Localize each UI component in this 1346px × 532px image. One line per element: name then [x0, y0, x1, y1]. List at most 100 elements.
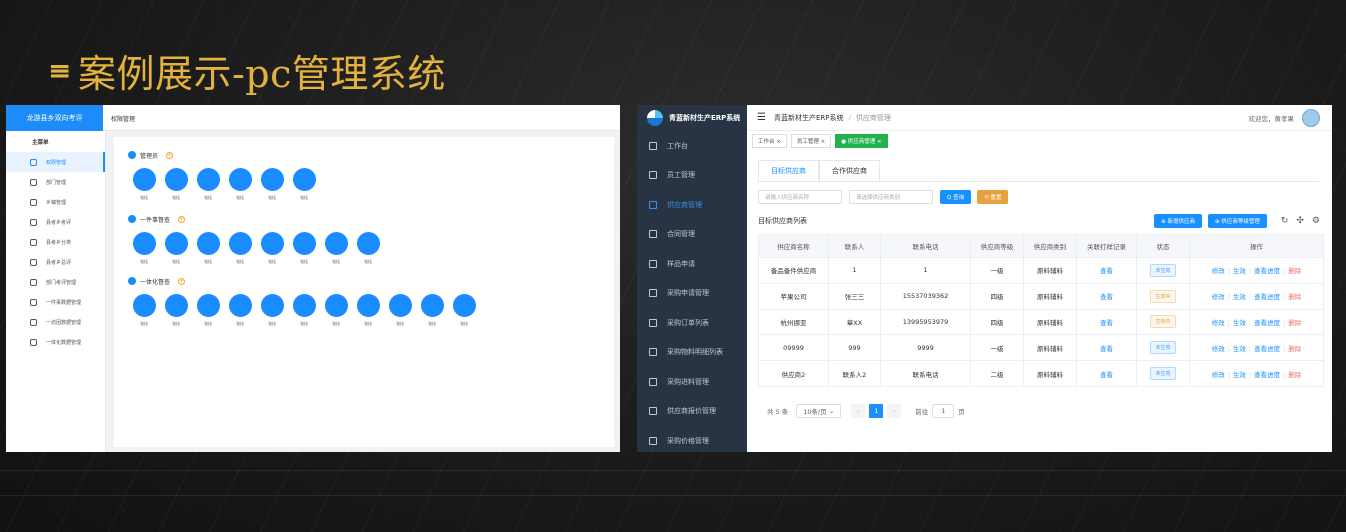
member-item[interactable]: 张佳	[160, 294, 192, 327]
add-member-icon[interactable]: +	[178, 277, 186, 285]
refresh-icon[interactable]: ↻	[1281, 216, 1289, 226]
member-item[interactable]: 张佳	[256, 232, 288, 265]
left-menu-item[interactable]: 乡镇管理	[6, 192, 105, 212]
left-menu-item[interactable]: 一件事数据管理	[6, 292, 105, 312]
edit-link[interactable]: 修改	[1212, 293, 1225, 301]
enable-link[interactable]: 生效	[1233, 371, 1246, 379]
left-menu-item[interactable]: 县考乡分类	[6, 232, 105, 252]
member-avatar	[228, 168, 252, 191]
member-item[interactable]: 张佳	[288, 168, 320, 201]
enable-link[interactable]: 生效	[1233, 319, 1246, 327]
right-menu-item[interactable]: 采购申请管理	[637, 279, 747, 309]
member-item[interactable]: 张佳	[224, 168, 256, 201]
member-item[interactable]: 张佳	[192, 232, 224, 265]
tag-supplier[interactable]: ● 供应商管理 ×	[835, 134, 888, 148]
delete-link[interactable]: 删除	[1288, 319, 1301, 327]
left-menu-item[interactable]: 一坊团数据管理	[6, 312, 105, 332]
member-item[interactable]: 张佳	[192, 168, 224, 201]
right-menu-item[interactable]: 采购价格管理	[637, 426, 747, 452]
delete-link[interactable]: 删除	[1288, 345, 1301, 353]
member-item[interactable]: 张佳	[384, 294, 416, 327]
enable-link[interactable]: 生效	[1233, 267, 1246, 275]
supplier-type-select[interactable]: 请选择供应商类别	[849, 190, 933, 204]
reset-button[interactable]: ⟲ 重置	[977, 190, 1009, 204]
delete-link[interactable]: 删除	[1288, 293, 1301, 301]
right-menu-item[interactable]: 员工管理	[637, 161, 747, 191]
left-menu-item[interactable]: 县考乡总评	[6, 252, 105, 272]
progress-link[interactable]: 查看进度	[1254, 319, 1280, 327]
tab-partner-supplier[interactable]: 合作供应商	[819, 160, 880, 181]
delete-link[interactable]: 删除	[1288, 267, 1301, 275]
member-item[interactable]: 张佳	[128, 168, 160, 201]
member-item[interactable]: 张佳	[416, 294, 448, 327]
enable-link[interactable]: 生效	[1233, 293, 1246, 301]
left-menu-item[interactable]: 县考乡考评	[6, 212, 105, 232]
goto-input[interactable]: 1	[932, 404, 955, 418]
left-menu-item[interactable]: 部门管理	[6, 172, 105, 192]
add-member-icon[interactable]: +	[166, 151, 174, 159]
page-size-select[interactable]: 10条/页 ⌄	[796, 404, 842, 418]
edit-link[interactable]: 修改	[1212, 319, 1225, 327]
member-item[interactable]: 张佳	[320, 294, 352, 327]
left-menu-item[interactable]: 部门考评管理	[6, 272, 105, 292]
page-number[interactable]: 1	[869, 404, 884, 418]
member-item[interactable]: 张佳	[192, 294, 224, 327]
edit-link[interactable]: 修改	[1212, 267, 1225, 275]
view-record-link[interactable]: 查看	[1076, 257, 1137, 284]
progress-link[interactable]: 查看进度	[1254, 267, 1280, 275]
member-item[interactable]: 张佳	[320, 232, 352, 265]
right-menu-item[interactable]: 采购订单列表	[637, 308, 747, 338]
member-item[interactable]: 张佳	[288, 232, 320, 265]
query-button[interactable]: Q 查询	[940, 190, 972, 204]
member-item[interactable]: 张佳	[224, 232, 256, 265]
avatar[interactable]	[1302, 109, 1320, 127]
member-item[interactable]: 张佳	[256, 294, 288, 327]
member-item[interactable]: 张佳	[128, 232, 160, 265]
member-item[interactable]: 张佳	[288, 294, 320, 327]
view-record-link[interactable]: 查看	[1076, 334, 1137, 362]
edit-link[interactable]: 修改	[1212, 345, 1225, 353]
member-item[interactable]: 张佳	[128, 294, 160, 327]
right-menu-item[interactable]: 样品申请	[637, 249, 747, 279]
progress-link[interactable]: 查看进度	[1254, 371, 1280, 379]
view-record-link[interactable]: 查看	[1076, 282, 1137, 310]
view-record-link[interactable]: 查看	[1076, 308, 1137, 336]
view-record-link[interactable]: 查看	[1076, 360, 1137, 387]
progress-link[interactable]: 查看进度	[1254, 345, 1280, 353]
left-menu-item[interactable]: 一体化数据管理	[6, 332, 105, 352]
enable-link[interactable]: 生效	[1233, 345, 1246, 353]
member-item[interactable]: 张佳	[224, 294, 256, 327]
goto-label: 前往	[915, 408, 929, 416]
breadcrumb-root[interactable]: 青蓝新材生产ERP系统	[774, 113, 844, 123]
member-item[interactable]: 张佳	[160, 232, 192, 265]
left-menu-label: 县考乡考评	[46, 219, 72, 226]
member-item[interactable]: 张佳	[352, 232, 384, 265]
right-menu-item[interactable]: 采购物料明细列表	[637, 338, 747, 368]
right-menu-item[interactable]: 工作台	[637, 131, 747, 161]
add-supplier-button[interactable]: ⊕ 新增供应商	[1154, 214, 1202, 228]
right-menu-item[interactable]: 采购进料管理	[637, 367, 747, 397]
right-menu-item[interactable]: 供应商报价管理	[637, 397, 747, 427]
right-menu-item[interactable]: 合同管理	[637, 220, 747, 250]
tag-workbench[interactable]: 工作台 ×	[752, 134, 787, 148]
member-item[interactable]: 张佳	[448, 294, 480, 327]
supplier-name-input[interactable]: 请输入供应商名称	[758, 190, 842, 204]
tag-employee[interactable]: 员工管理 ×	[790, 134, 832, 148]
member-item[interactable]: 张佳	[160, 168, 192, 201]
member-item[interactable]: 张佳	[256, 168, 288, 201]
settings-icon[interactable]: ⚙	[1312, 216, 1320, 226]
progress-link[interactable]: 查看进度	[1254, 293, 1280, 301]
move-icon[interactable]: ✣	[1296, 216, 1304, 226]
table-cell: 一级	[970, 334, 1024, 362]
add-member-icon[interactable]: +	[178, 215, 186, 223]
left-menu-item[interactable]: 权限管理	[6, 152, 105, 172]
delete-link[interactable]: 删除	[1288, 371, 1301, 379]
prev-page-icon[interactable]: ‹	[851, 404, 866, 418]
edit-link[interactable]: 修改	[1212, 371, 1225, 379]
tab-target-supplier[interactable]: 目标供应商	[758, 160, 819, 181]
hamburger-icon[interactable]: ☰	[757, 112, 766, 123]
right-menu-item[interactable]: 供应商管理	[637, 190, 747, 220]
member-item[interactable]: 张佳	[352, 294, 384, 327]
next-page-icon[interactable]: ›	[887, 404, 902, 418]
supplier-level-button[interactable]: ⊕ 供应商等级管理	[1207, 214, 1267, 228]
